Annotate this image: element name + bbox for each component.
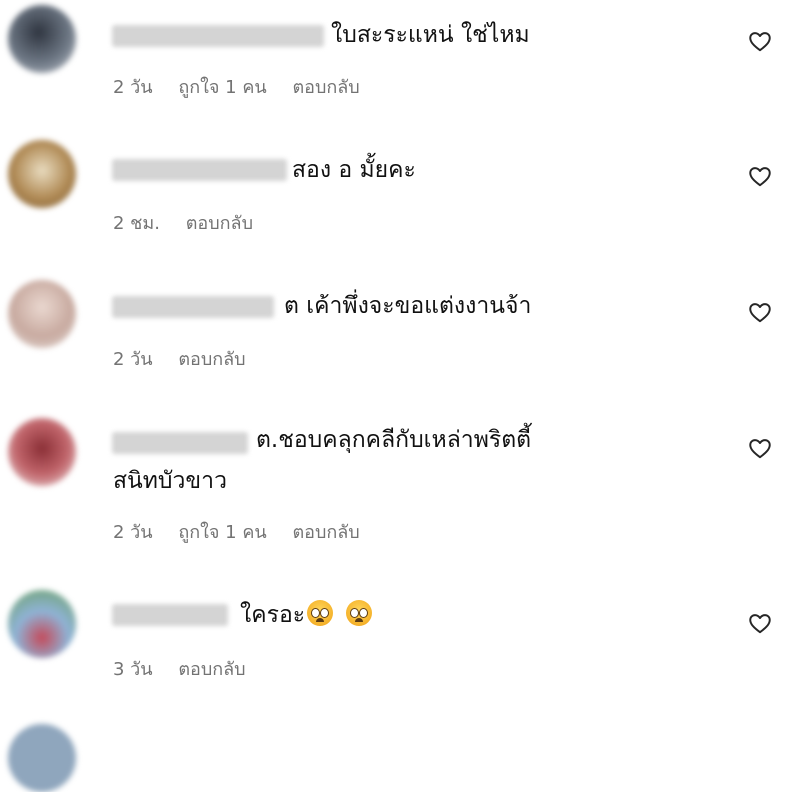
avatar[interactable] bbox=[8, 5, 76, 73]
pleading-face-emoji bbox=[307, 600, 334, 626]
comment-time[interactable]: 3 วัน bbox=[113, 659, 153, 680]
username-blurred[interactable] bbox=[112, 25, 324, 47]
username-blurred[interactable] bbox=[112, 159, 287, 181]
username-blurred[interactable] bbox=[112, 604, 228, 626]
heart-outline-icon[interactable] bbox=[747, 435, 773, 461]
heart-outline-icon[interactable] bbox=[747, 299, 773, 325]
heart-outline-icon[interactable] bbox=[747, 163, 773, 189]
comment-text-label: ใครอะ bbox=[240, 602, 306, 628]
avatar[interactable] bbox=[8, 140, 76, 208]
reply-button[interactable]: ตอบกลับ bbox=[178, 659, 245, 680]
comment-text: ต เค้าพึ่งจะขอแต่งงานจ้า bbox=[284, 293, 532, 319]
comment-text-line2: สนิทบัวขาว bbox=[113, 468, 227, 494]
comment-meta: 2 วัน ถูกใจ 1 คน ตอบกลับ bbox=[113, 72, 380, 101]
comment-text-line1: ต.ชอบคลุกคลีกับเหล่าพริตตี้ bbox=[256, 427, 532, 453]
avatar[interactable] bbox=[8, 418, 76, 486]
comment-meta: 2 ชม. ตอบกลับ bbox=[113, 208, 273, 237]
avatar[interactable] bbox=[8, 280, 76, 348]
heart-outline-icon[interactable] bbox=[747, 610, 773, 636]
comment-meta: 2 วัน ตอบกลับ bbox=[113, 344, 266, 373]
comment-time[interactable]: 2 วัน bbox=[113, 77, 153, 98]
comment-meta: 2 วัน ถูกใจ 1 คน ตอบกลับ bbox=[113, 517, 380, 546]
comment-text: สอง อ มั้ยคะ bbox=[292, 157, 416, 183]
comment-time[interactable]: 2 วัน bbox=[113, 522, 153, 543]
reply-button[interactable]: ตอบกลับ bbox=[186, 213, 253, 234]
comment-text: ใบสะระแหน่ ใช่ไหม bbox=[331, 22, 530, 48]
heart-outline-icon[interactable] bbox=[747, 28, 773, 54]
pleading-face-emoji bbox=[346, 600, 373, 626]
comment-text: ใครอะ bbox=[240, 597, 373, 633]
comment-meta: 3 วัน ตอบกลับ bbox=[113, 654, 266, 683]
like-count[interactable]: ถูกใจ 1 คน bbox=[178, 522, 266, 543]
comment-time[interactable]: 2 ชม. bbox=[113, 213, 160, 234]
reply-button[interactable]: ตอบกลับ bbox=[292, 77, 359, 98]
like-count[interactable]: ถูกใจ 1 คน bbox=[178, 77, 266, 98]
avatar[interactable] bbox=[8, 724, 76, 792]
avatar[interactable] bbox=[8, 590, 76, 658]
username-blurred[interactable] bbox=[112, 296, 274, 318]
username-blurred[interactable] bbox=[112, 432, 248, 454]
reply-button[interactable]: ตอบกลับ bbox=[292, 522, 359, 543]
reply-button[interactable]: ตอบกลับ bbox=[178, 349, 245, 370]
comment-time[interactable]: 2 วัน bbox=[113, 349, 153, 370]
